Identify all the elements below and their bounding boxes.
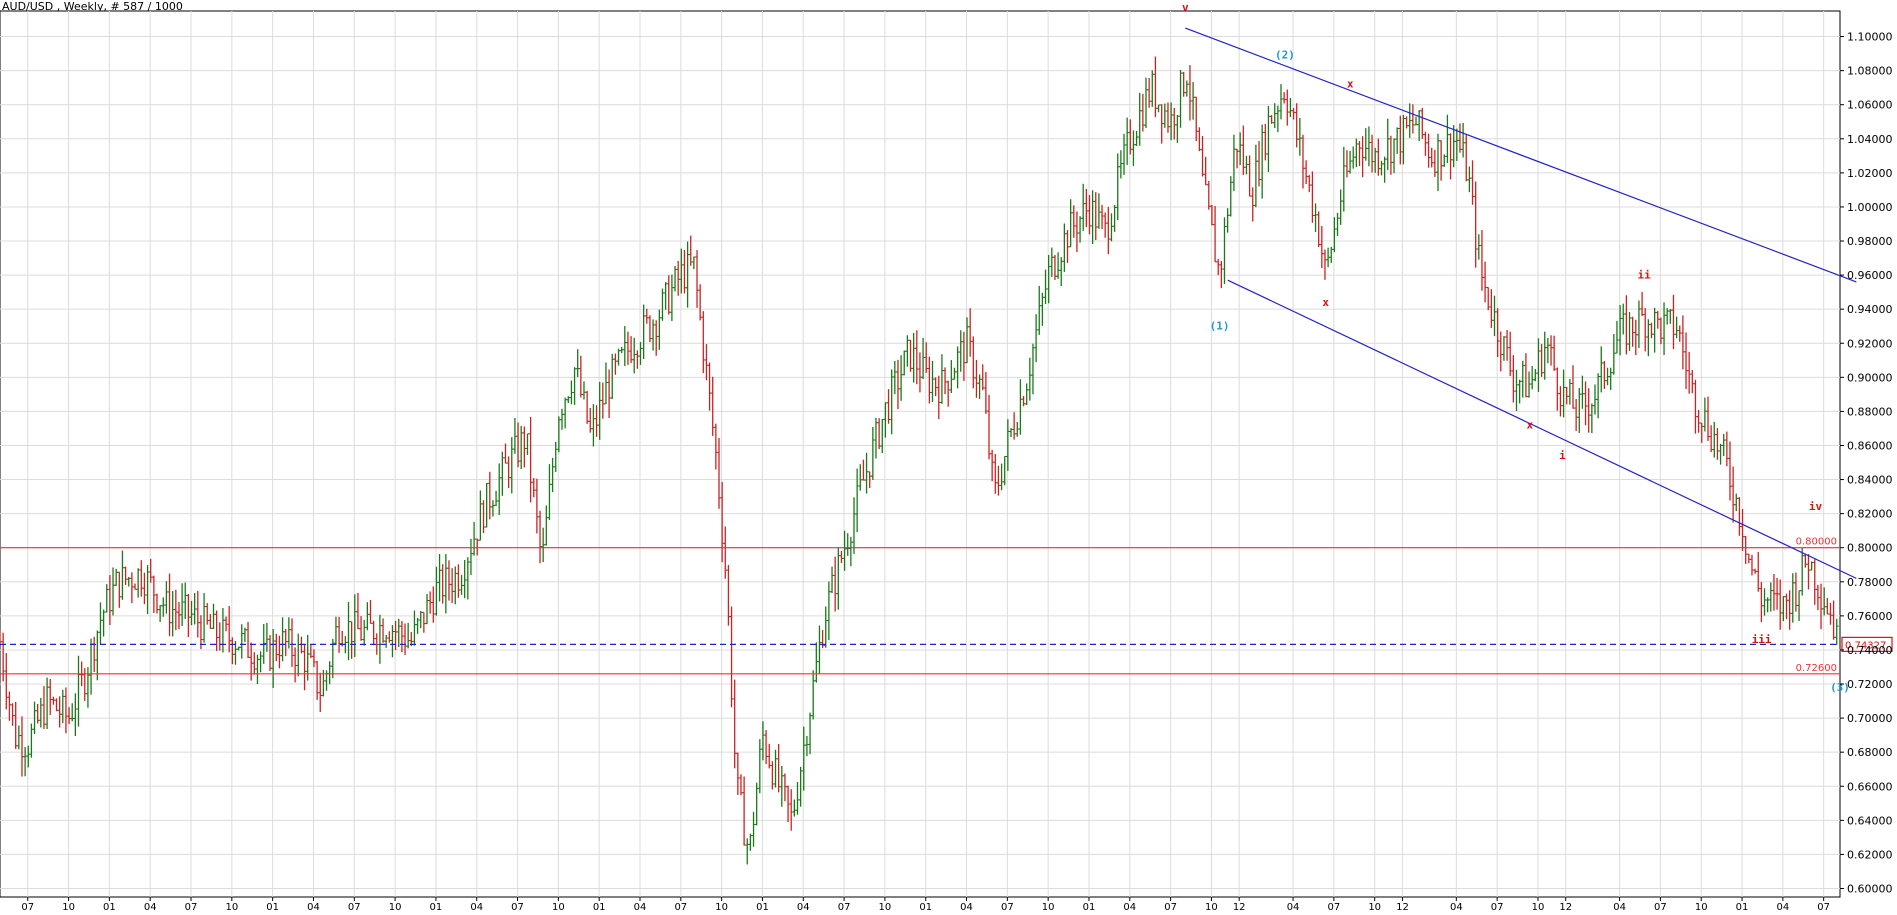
wave-label: iii: [1752, 633, 1772, 646]
y-tick-label: 1.10000: [1847, 31, 1893, 44]
horizontal-line-label: 0.80000: [1796, 537, 1837, 548]
y-tick-label: 1.06000: [1847, 99, 1893, 112]
y-tick-label: 0.88000: [1847, 405, 1893, 418]
x-tick-label: 10: [1532, 902, 1545, 913]
x-tick-label: 07: [185, 902, 198, 913]
x-tick-label: 01: [756, 902, 769, 913]
x-tick-label: 07: [1001, 902, 1014, 913]
y-tick-label: 0.98000: [1847, 235, 1893, 248]
x-tick-label: 07: [348, 902, 361, 913]
x-tick-label: 04: [1613, 902, 1626, 913]
x-tick-label: 10: [225, 902, 238, 913]
x-tick-label: 04: [307, 902, 320, 913]
wave-label: x: [1322, 296, 1329, 309]
wave-label: v: [1182, 1, 1189, 14]
x-axis: 07 10 01 04 07 10 01 04 07 10 01 04 07 10 01 04 07 10 01 04…: [21, 897, 1830, 913]
x-tick-label: 12: [1559, 902, 1572, 913]
wave-label: iv: [1809, 500, 1823, 513]
y-tick-label: 0.70000: [1847, 712, 1893, 725]
x-tick-label: 10: [879, 902, 892, 913]
horizontal-line-label: 0.72600: [1796, 663, 1837, 674]
y-tick-label: 0.68000: [1847, 746, 1893, 759]
wave-label: ii: [1637, 269, 1651, 282]
y-tick-label: 0.94000: [1847, 303, 1893, 316]
x-tick-label: 07: [1164, 902, 1177, 913]
x-tick-label: 04: [1776, 902, 1789, 913]
x-tick-label: 01: [430, 902, 443, 913]
y-tick-label: 0.92000: [1847, 337, 1893, 350]
wave-label: i: [1559, 449, 1566, 462]
x-tick-label: 12: [1233, 902, 1246, 913]
x-tick-label: 10: [715, 902, 728, 913]
x-tick-label: 01: [1736, 902, 1749, 913]
x-tick-label: 10: [1695, 902, 1708, 913]
y-tick-label: 0.96000: [1847, 269, 1893, 282]
x-tick-label: 10: [389, 902, 402, 913]
x-tick-label: 04: [1450, 902, 1463, 913]
y-tick-label: 0.72000: [1847, 678, 1893, 691]
y-tick-label: 1.00000: [1847, 201, 1893, 214]
x-tick-label: 07: [1817, 902, 1830, 913]
x-tick-label: 07: [838, 902, 851, 913]
x-tick-label: 04: [144, 902, 157, 913]
x-tick-label: 04: [797, 902, 810, 913]
x-tick-label: 10: [62, 902, 75, 913]
y-tick-label: 0.76000: [1847, 610, 1893, 623]
x-tick-label: 10: [1042, 902, 1055, 913]
x-tick-label: 12: [1396, 902, 1409, 913]
x-tick-label: 04: [1123, 902, 1136, 913]
y-tick-label: 0.86000: [1847, 439, 1893, 452]
x-tick-label: 01: [919, 902, 932, 913]
x-tick-label: 07: [21, 902, 34, 913]
x-tick-label: 07: [674, 902, 687, 913]
x-tick-label: 04: [470, 902, 483, 913]
y-tick-label: 1.02000: [1847, 167, 1893, 180]
x-tick-label: 10: [1205, 902, 1218, 913]
price-chart[interactable]: 0.800000.726000.74327(1)(2)(3)xxxiiiiiii…: [0, 0, 1897, 915]
x-tick-label: 07: [511, 902, 524, 913]
y-tick-label: 0.90000: [1847, 371, 1893, 384]
wave-label: x: [1347, 78, 1354, 91]
x-tick-label: 01: [103, 902, 116, 913]
x-tick-label: 07: [1491, 902, 1504, 913]
x-tick-label: 01: [266, 902, 279, 913]
x-tick-label: 07: [1328, 902, 1341, 913]
x-tick-label: 04: [960, 902, 973, 913]
y-tick-label: 1.08000: [1847, 65, 1893, 78]
x-tick-label: 04: [1287, 902, 1300, 913]
wave-label: (2): [1275, 49, 1295, 62]
x-tick-label: 01: [1083, 902, 1096, 913]
x-tick-label: 04: [634, 902, 647, 913]
y-axis: 1.10000 1.08000 1.06000 1.04000 1.02000 1.000…: [1840, 31, 1893, 895]
y-tick-label: 0.64000: [1847, 814, 1893, 827]
wave-label: (1): [1210, 320, 1230, 333]
x-tick-label: 10: [1368, 902, 1381, 913]
y-tick-label: 0.62000: [1847, 848, 1893, 861]
chart-window: AUD/USD , Weekly, # 587 / 1000 0.80000 0.…: [0, 0, 1897, 915]
y-tick-label: 0.82000: [1847, 508, 1893, 521]
x-tick-label: 10: [552, 902, 565, 913]
x-tick-label: 07: [1654, 902, 1667, 913]
y-tick-label: 0.66000: [1847, 780, 1893, 793]
y-tick-label: 1.04000: [1847, 133, 1893, 146]
y-tick-label: 0.84000: [1847, 474, 1893, 487]
wave-label: x: [1526, 418, 1533, 431]
y-tick-label: 0.74000: [1847, 644, 1893, 657]
y-tick-label: 0.60000: [1847, 882, 1893, 895]
x-tick-label: 01: [593, 902, 606, 913]
y-tick-label: 0.80000: [1847, 542, 1893, 555]
y-tick-label: 0.78000: [1847, 576, 1893, 589]
